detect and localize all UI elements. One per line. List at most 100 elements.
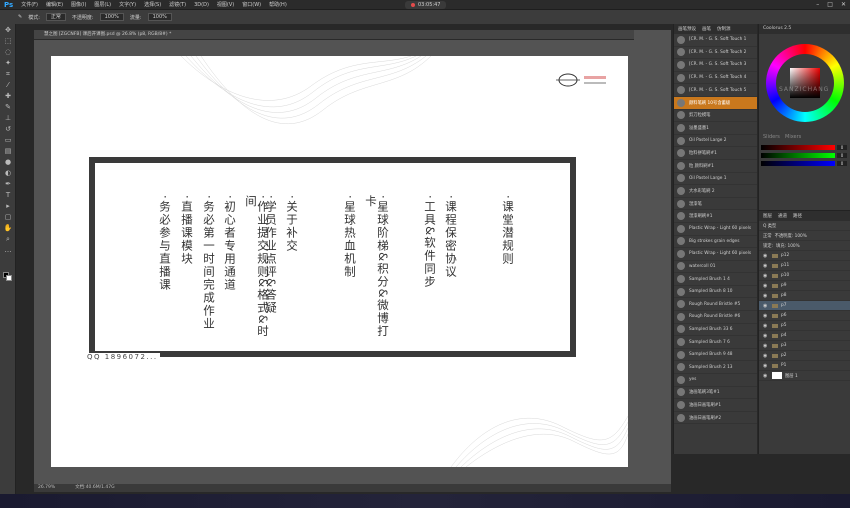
type-tool-icon[interactable]: T [3, 190, 13, 200]
layer-item[interactable]: ◉ p11 [759, 261, 850, 271]
layer-item[interactable]: ◉ p6 [759, 311, 850, 321]
brush-preset-item[interactable]: 湿漆刷刷#1 [674, 210, 757, 223]
brush-preset-item[interactable]: 颜料笔刷 10号含蓄级 [674, 96, 757, 110]
layer-item[interactable]: ◉ p9 [759, 281, 850, 291]
red-value[interactable]: 0 [837, 144, 847, 150]
eye-icon[interactable]: ◉ [763, 343, 769, 349]
menu-3d[interactable]: 3D(D) [190, 2, 213, 8]
healing-tool-icon[interactable]: ✚ [3, 91, 13, 101]
tab-mixers[interactable]: Mixers [785, 134, 801, 140]
zoom-level[interactable]: 26.79% [38, 484, 55, 492]
menu-window[interactable]: 窗口(W) [238, 1, 265, 8]
eye-icon[interactable]: ◉ [763, 333, 769, 339]
fill-input[interactable]: 填充: 100% [776, 243, 800, 249]
menu-edit[interactable]: 编辑(E) [42, 1, 67, 8]
layer-item[interactable]: ◉ 图层 1 [759, 371, 850, 381]
eye-icon[interactable]: ◉ [763, 273, 769, 279]
layer-item[interactable]: ◉ p3 [759, 341, 850, 351]
brush-tool-icon[interactable]: ✎ [3, 102, 13, 112]
brush-preset-item[interactable]: 油画日画笔刷#2 [674, 412, 757, 425]
flow-input[interactable]: 100% [147, 13, 172, 21]
stamp-tool-icon[interactable]: ⊥ [3, 113, 13, 123]
brush-preset-item[interactable]: Rough Round Bristle #5 [674, 298, 757, 312]
brush-preset-item[interactable]: watercolI 01 [674, 261, 757, 274]
layer-item[interactable]: ◉ p7 [759, 301, 850, 311]
brush-preset-item[interactable]: 湿漆笔 [674, 198, 757, 211]
lasso-tool-icon[interactable]: ◌ [3, 47, 13, 57]
eye-icon[interactable]: ◉ [763, 303, 769, 309]
path-selection-tool-icon[interactable]: ▸ [3, 201, 13, 211]
zoom-tool-icon[interactable]: ⌕ [3, 234, 13, 244]
brush-preset-item[interactable]: Sampled Brush 8 10 [674, 286, 757, 299]
pen-tool-icon[interactable]: ✒ [3, 179, 13, 189]
document-tab[interactable]: 慧之图 [ZGCNFB] 课后开课图.psd @ 26.8% (p8, RGB/… [34, 30, 634, 40]
menu-view[interactable]: 视图(V) [213, 1, 238, 8]
brush-preset-item[interactable]: Rough Round Bristle #6 [674, 311, 757, 324]
brush-preset-item[interactable]: Big strokes grain edges [674, 236, 757, 249]
brush-tool-icon[interactable]: ✎ [18, 14, 22, 20]
layer-item[interactable]: ◉ p4 [759, 331, 850, 341]
brush-preset-item[interactable]: [CR. M. - G. S. Soft Touch 3 [674, 59, 757, 72]
menu-select[interactable]: 选择(S) [140, 1, 165, 8]
menu-image[interactable]: 图像(I) [67, 1, 90, 8]
brush-preset-item[interactable]: Sampled Brush 2 13 [674, 361, 757, 375]
layer-item[interactable]: ◉ p8 [759, 291, 850, 301]
shape-tool-icon[interactable]: ▢ [3, 212, 13, 222]
eye-icon[interactable]: ◉ [763, 313, 769, 319]
tab-sliders[interactable]: Sliders [763, 134, 780, 140]
saturation-square[interactable] [790, 68, 820, 98]
eye-icon[interactable]: ◉ [763, 263, 769, 269]
blue-slider[interactable]: 0 [761, 160, 847, 166]
layer-opacity[interactable]: 不透明度: 100% [775, 233, 807, 239]
brush-preset-item[interactable]: Plastic Wrap - Light 60 pixels [674, 223, 757, 236]
history-brush-tool-icon[interactable]: ↺ [3, 124, 13, 134]
menu-filter[interactable]: 滤镜(T) [165, 1, 190, 8]
tab-brush[interactable]: 画笔 [702, 26, 711, 32]
hand-tool-icon[interactable]: ✋ [3, 223, 13, 233]
blend-mode-select[interactable]: 正常 [763, 233, 772, 239]
more-tools-icon[interactable]: … [3, 245, 13, 255]
brush-preset-item[interactable]: Sampled Brush 9 48 [674, 349, 757, 362]
mode-select[interactable]: 正常 [45, 13, 66, 21]
layer-item[interactable]: ◉ p5 [759, 321, 850, 331]
canvas[interactable]: ·课堂潜规则 ·课程保密协议 ·工具&软件同步 ·星球阶梯&积分&微博打卡 ·星… [51, 56, 628, 467]
eye-icon[interactable]: ◉ [763, 373, 769, 379]
minimize-icon[interactable]: – [816, 1, 819, 8]
brush-preset-item[interactable]: 粒料拼笔刷#1 [674, 147, 757, 160]
eraser-tool-icon[interactable]: ▭ [3, 135, 13, 145]
eye-icon[interactable]: ◉ [763, 323, 769, 329]
tab-brush-presets[interactable]: 画笔预设 [678, 26, 696, 32]
blue-value[interactable]: 0 [837, 160, 847, 166]
brush-preset-item[interactable]: 油画日画笔刷#1 [674, 399, 757, 412]
brush-preset-item[interactable]: 粒 颜料刷#1 [674, 160, 757, 173]
red-slider[interactable]: 0 [761, 144, 847, 150]
green-value[interactable]: 0 [837, 152, 847, 158]
brush-preset-item[interactable]: 溢墨盛墨1 [674, 122, 757, 135]
color-wheel[interactable] [766, 44, 844, 122]
eye-icon[interactable]: ◉ [763, 353, 769, 359]
eye-icon[interactable]: ◉ [763, 253, 769, 259]
green-slider[interactable]: 0 [761, 152, 847, 158]
dodge-tool-icon[interactable]: ◐ [3, 168, 13, 178]
eye-icon[interactable]: ◉ [763, 283, 769, 289]
layer-item[interactable]: ◉ p2 [759, 351, 850, 361]
close-icon[interactable]: ✕ [841, 1, 846, 8]
brush-preset-item[interactable]: 大水彩笔刷 2 [674, 185, 757, 198]
tab-clone-source[interactable]: 仿制源 [717, 26, 731, 32]
brush-preset-item[interactable]: 油画笔刷3笔#1 [674, 387, 757, 400]
layer-item[interactable]: ◉ p12 [759, 251, 850, 261]
menu-layer[interactable]: 图层(L) [90, 1, 115, 8]
tab-layers[interactable]: 图层 [763, 213, 772, 219]
tab-channels[interactable]: 通道 [778, 213, 787, 219]
eye-icon[interactable]: ◉ [763, 293, 769, 299]
brush-preset-item[interactable]: Sampled Brush 33 6 [674, 324, 757, 337]
brush-preset-item[interactable]: [CR. M. - G. S. Soft Touch 4 [674, 72, 757, 85]
eye-icon[interactable]: ◉ [763, 363, 769, 369]
brush-preset-item[interactable]: Sampled Brush 7 6 [674, 336, 757, 349]
menu-help[interactable]: 帮助(H) [265, 1, 291, 8]
brush-preset-item[interactable]: Plastic Wrap - Light 60 pixels [674, 248, 757, 261]
maximize-icon[interactable]: □ [827, 1, 833, 8]
move-tool-icon[interactable]: ✥ [3, 25, 13, 35]
brush-preset-item[interactable]: [CR. M. - G. S. Soft Touch 1 [674, 34, 757, 47]
tab-paths[interactable]: 路径 [793, 213, 802, 219]
